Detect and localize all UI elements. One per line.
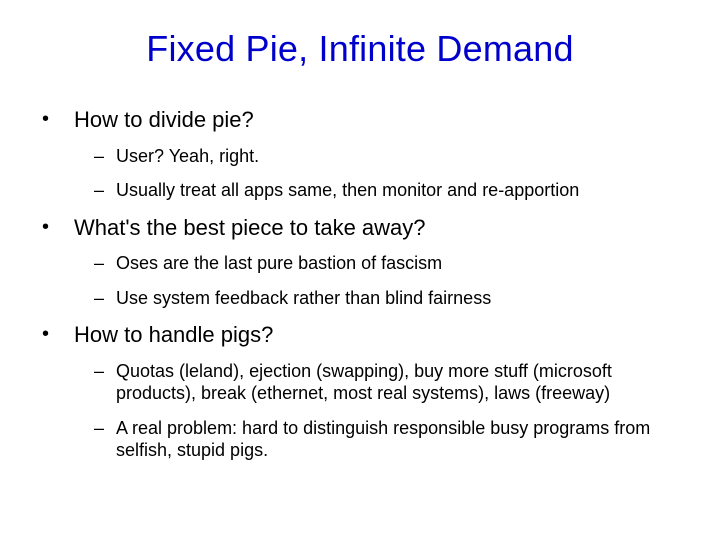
bullet-icon: • [38,106,74,132]
sub-text: User? Yeah, right. [116,145,682,168]
sub-text: A real problem: hard to distinguish resp… [116,417,682,462]
dash-icon: – [94,179,116,202]
dash-icon: – [94,145,116,168]
list-item: – Oses are the last pure bastion of fasc… [94,252,682,275]
sub-text: Quotas (leland), ejection (swapping), bu… [116,360,682,405]
sub-text: Oses are the last pure bastion of fascis… [116,252,682,275]
list-item: • How to handle pigs? – Quotas (leland),… [38,321,682,462]
bullet-text: What's the best piece to take away? [74,214,682,243]
list-item: – A real problem: hard to distinguish re… [94,417,682,462]
sub-text: Use system feedback rather than blind fa… [116,287,682,310]
bullet-icon: • [38,214,74,240]
list-item: – User? Yeah, right. [94,145,682,168]
sub-list: – Oses are the last pure bastion of fasc… [38,252,682,309]
dash-icon: – [94,287,116,310]
sub-list: – Quotas (leland), ejection (swapping), … [38,360,682,462]
list-item: – Usually treat all apps same, then moni… [94,179,682,202]
bullet-text: How to handle pigs? [74,321,682,350]
dash-icon: – [94,360,116,383]
bullet-text: How to divide pie? [74,106,682,135]
list-item: – Use system feedback rather than blind … [94,287,682,310]
list-item: • What's the best piece to take away? – … [38,214,682,310]
dash-icon: – [94,417,116,440]
list-item: • How to divide pie? – User? Yeah, right… [38,106,682,202]
bullet-icon: • [38,321,74,347]
slide-title: Fixed Pie, Infinite Demand [38,28,682,70]
dash-icon: – [94,252,116,275]
sub-list: – User? Yeah, right. – Usually treat all… [38,145,682,202]
list-item: – Quotas (leland), ejection (swapping), … [94,360,682,405]
sub-text: Usually treat all apps same, then monito… [116,179,682,202]
bullet-list: • How to divide pie? – User? Yeah, right… [38,106,682,462]
